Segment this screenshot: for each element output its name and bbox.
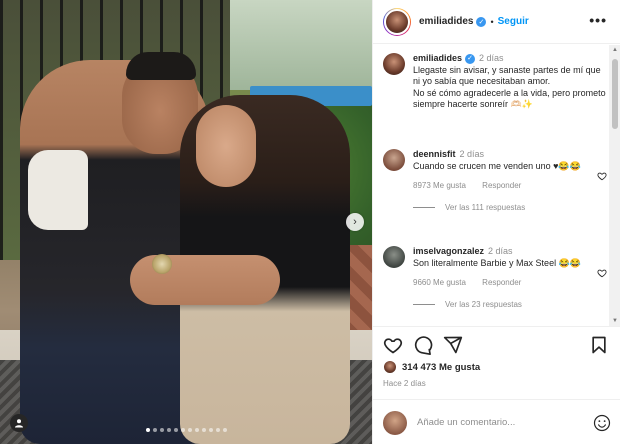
comment-like-icon[interactable]	[597, 268, 607, 278]
carousel-dot	[159, 428, 164, 432]
author-avatar-ring[interactable]	[383, 7, 411, 36]
add-comment-row	[373, 399, 620, 444]
comment-text: Son literalmente Barbie y Max Steel 😂😂	[413, 257, 581, 268]
post-timestamp[interactable]: Hace 2 días	[383, 379, 426, 388]
comment-avatar[interactable]	[383, 149, 405, 171]
add-comment-input[interactable]	[417, 417, 593, 428]
header-separator: •	[490, 16, 494, 27]
carousel-dot	[180, 428, 185, 432]
caption-avatar[interactable]	[383, 53, 405, 75]
reply-button[interactable]: Responder	[482, 278, 521, 287]
comment-meta: 9660 Me gusta Responder	[413, 277, 607, 289]
carousel-dot	[201, 428, 206, 432]
carousel-dot	[152, 428, 157, 432]
carousel-dot	[215, 428, 220, 432]
post-actions: 314 473 Me gusta Hace 2 días	[373, 326, 620, 444]
likers-avatar	[383, 360, 397, 374]
verified-badge-icon: ✓	[476, 16, 487, 27]
carousel-dot	[166, 428, 171, 432]
replies-divider	[413, 303, 435, 305]
photo-watch	[152, 254, 172, 274]
comments-list[interactable]: emiliadides ✓ 2 días Llegaste sin avisar, …	[373, 45, 609, 326]
comment-time[interactable]: 2 días	[460, 149, 485, 159]
verified-badge-icon: ✓	[465, 53, 476, 64]
comments-scrollbar[interactable]: ▲ ▼	[609, 45, 620, 326]
comment-likes[interactable]: 8973 Me gusta	[413, 181, 466, 190]
view-replies-label[interactable]: Ver las 111 respuestas	[445, 202, 525, 214]
photo-woman-face	[196, 105, 256, 187]
more-options-icon[interactable]: •••	[589, 12, 607, 28]
reply-button[interactable]: Responder	[482, 181, 521, 190]
comment-username[interactable]: imselvagonzalez	[413, 246, 484, 256]
author-avatar[interactable]	[384, 8, 410, 35]
emoji-icon[interactable]	[593, 414, 611, 432]
photo-man-hair	[126, 52, 196, 80]
carousel-dot	[187, 428, 192, 432]
photo-background	[215, 0, 372, 90]
comment-meta: 8973 Me gusta Responder	[413, 180, 607, 192]
carousel-next-button[interactable]: ›	[346, 213, 364, 231]
carousel-dot	[173, 428, 178, 432]
share-icon[interactable]	[443, 335, 463, 355]
comment-text: Cuando se crucen me venden uno ♥😂😂	[413, 160, 581, 171]
comment-like-icon[interactable]	[597, 171, 607, 181]
carousel-dot	[145, 428, 150, 432]
post-header: emiliadides ✓ • Seguir •••	[373, 0, 620, 44]
comment-item: deennisfit 2 días Cuando se crucen me ven…	[383, 149, 607, 213]
caption-text: Llegaste sin avisar, y sanaste partes de…	[413, 64, 606, 110]
follow-button[interactable]: Seguir	[498, 16, 529, 27]
bookmark-icon[interactable]	[589, 335, 609, 355]
comment-avatar[interactable]	[383, 246, 405, 268]
likes-summary[interactable]: 314 473 Me gusta	[383, 360, 480, 374]
view-replies-button[interactable]: Ver las 111 respuestas	[413, 202, 607, 214]
replies-divider	[413, 206, 435, 208]
scroll-up-arrow-icon[interactable]: ▲	[612, 47, 618, 53]
carousel-dot	[194, 428, 199, 432]
author-username[interactable]: emiliadides	[419, 16, 473, 27]
carousel-dot	[208, 428, 213, 432]
scrollbar-thumb[interactable]	[612, 59, 618, 129]
view-replies-label[interactable]: Ver las 23 respuestas	[445, 299, 522, 311]
caption-username[interactable]: emiliadides	[413, 53, 462, 63]
carousel-dots	[0, 428, 372, 432]
photo-shirt	[28, 150, 88, 230]
post-panel: emiliadides ✓ • Seguir ••• emiliadides ✓ 2…	[372, 0, 620, 444]
current-user-avatar	[383, 410, 407, 435]
view-replies-button[interactable]: Ver las 23 respuestas	[413, 299, 607, 311]
scroll-down-arrow-icon[interactable]: ▼	[612, 318, 618, 324]
caption: emiliadides ✓ 2 días Llegaste sin avisar, …	[383, 53, 607, 111]
comment-item: imselvagonzalez 2 días Son literalmente B…	[383, 246, 607, 310]
action-icons	[383, 335, 611, 357]
likes-count[interactable]: 314 473 Me gusta	[402, 362, 480, 373]
comment-likes[interactable]: 9660 Me gusta	[413, 278, 466, 287]
comment-icon[interactable]	[413, 335, 433, 355]
post-photo[interactable]: ›	[0, 0, 372, 444]
comment-time[interactable]: 2 días	[488, 246, 513, 256]
heart-icon[interactable]	[383, 335, 403, 355]
comment-username[interactable]: deennisfit	[413, 149, 456, 159]
caption-time[interactable]: 2 días	[479, 53, 504, 63]
carousel-dot	[222, 428, 227, 432]
